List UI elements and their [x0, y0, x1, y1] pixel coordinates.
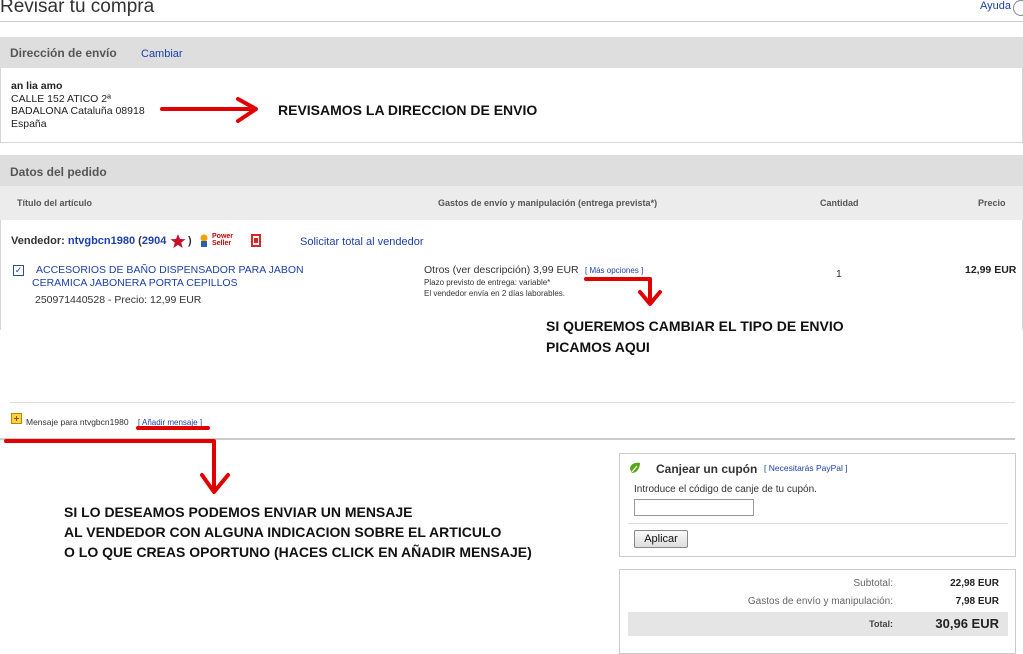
annotation-shipping-line1: SI QUEREMOS CAMBIAR EL TIPO DE ENVIO	[546, 318, 844, 334]
annotation-shipping-line2: PICAMOS AQUI	[546, 339, 650, 355]
message-arrow	[4, 439, 216, 492]
annotation-message-line1: SI LO DESEAMOS PODEMOS ENVIAR UN MENSAJE	[64, 504, 413, 520]
annotation-message-line3: O LO QUE CREAS OPORTUNO (HACES CLICK EN …	[64, 544, 532, 560]
annotation-address: REVISAMOS LA DIRECCION DE ENVIO	[278, 102, 538, 118]
annotation-message-line2: AL VENDEDOR CON ALGUNA INDICACION SOBRE …	[64, 524, 502, 540]
